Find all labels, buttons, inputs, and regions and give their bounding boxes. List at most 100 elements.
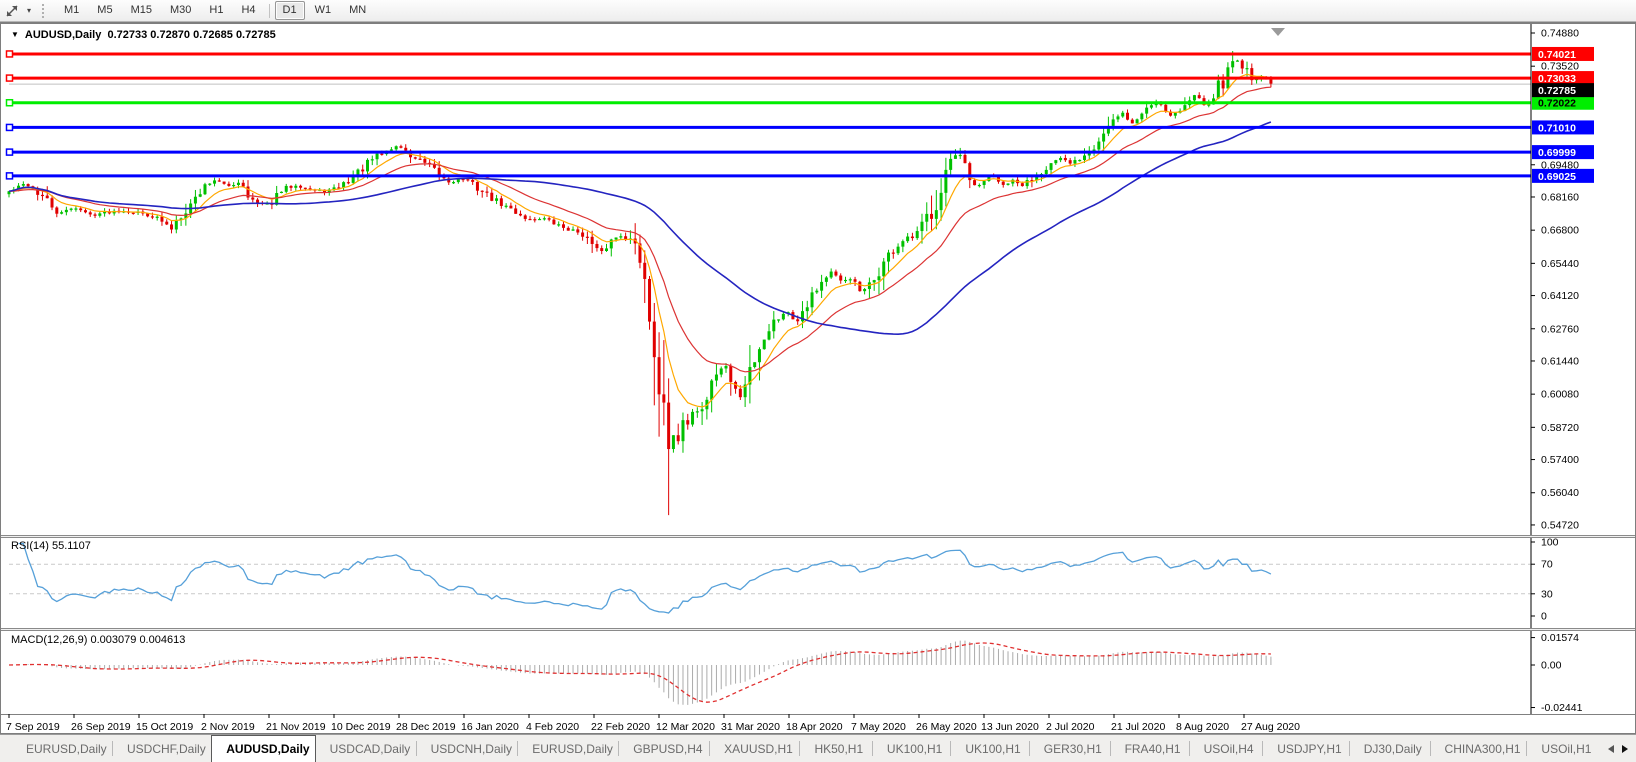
chart-tab-uk100-h1[interactable]: UK100,H1 xyxy=(873,735,950,762)
candle-body xyxy=(1049,163,1053,170)
candle-body xyxy=(518,213,522,216)
chart-shift-marker-icon xyxy=(1271,28,1285,36)
chart-tab-ger30-h1[interactable]: GER30,H1 xyxy=(1030,735,1110,762)
panel-splitter[interactable] xyxy=(1,628,1635,631)
candle-body xyxy=(284,185,288,192)
candle-body xyxy=(652,321,656,358)
macd-panel[interactable]: 0.01574 0.00 -0.02441 xyxy=(1,631,1636,714)
candle-body xyxy=(50,198,54,208)
candle-body xyxy=(805,307,809,312)
candle-body xyxy=(561,224,565,228)
macd-axis-tick-label: -0.02441 xyxy=(1541,702,1583,714)
candle-body xyxy=(963,154,967,164)
date-axis-label: 31 Mar 2020 xyxy=(721,721,780,733)
candle-body xyxy=(375,153,379,160)
level-price-label: 0.74021 xyxy=(1538,49,1576,61)
level-drag-handle[interactable] xyxy=(5,123,14,132)
macd-axis-tick-label: 0.00 xyxy=(1541,660,1562,672)
chart-tab-eurusd-daily[interactable]: EURUSD,Daily xyxy=(518,735,618,762)
candle-body xyxy=(1126,112,1130,120)
timeframe-button-m5[interactable]: M5 xyxy=(89,1,120,20)
mt4-window: ▾ M1 M5 M15 M30 H1 H4 D1 W1 MN 0.74880 0.73520 0.6… xyxy=(0,0,1636,762)
toolbar-grip[interactable] xyxy=(42,3,47,18)
chart-tab-usdjpy-h1[interactable]: USDJPY,H1 xyxy=(1263,735,1349,762)
price-axis-tick-label: 0.74880 xyxy=(1541,28,1579,40)
price-axis-tick-label: 0.57400 xyxy=(1541,454,1579,466)
price-chart[interactable]: 0.748800.735200.694800.681600.668000.654… xyxy=(1,24,1636,535)
candle-body xyxy=(236,182,240,185)
date-axis-label: 22 Feb 2020 xyxy=(591,721,650,733)
candle-body xyxy=(643,262,647,279)
timeframe-button-h1[interactable]: H1 xyxy=(201,1,231,20)
chart-tab-dj30-daily[interactable]: DJ30,Daily xyxy=(1350,735,1430,762)
date-axis: 7 Sep 2019 26 Sep 2019 15 Oct 2019 2 Nov 20… xyxy=(1,714,1635,733)
date-axis-label: 21 Nov 2019 xyxy=(266,721,326,733)
date-axis-label: 8 Aug 2020 xyxy=(1176,721,1229,733)
chart-tab-fra40-h1[interactable]: FRA40,H1 xyxy=(1111,735,1189,762)
candle-body xyxy=(958,154,962,157)
candle-body xyxy=(906,236,910,242)
price-axis-tick-label: 0.60080 xyxy=(1541,389,1579,401)
candle-body xyxy=(170,224,174,230)
candle-body xyxy=(74,208,78,210)
candle-body xyxy=(853,279,857,282)
price-axis-tick-label: 0.68160 xyxy=(1541,191,1579,203)
candle-body xyxy=(753,362,757,368)
candle-body xyxy=(1231,61,1235,68)
chart-tab-usoil-h4[interactable]: USOil,H4 xyxy=(1190,735,1263,762)
candle-body xyxy=(389,149,393,151)
tab-scroll-right-icon[interactable] xyxy=(1622,744,1629,753)
candle-body xyxy=(815,290,819,293)
candle-body xyxy=(729,366,733,382)
timeframe-button-w1[interactable]: W1 xyxy=(307,1,340,20)
chart-tab-usdcnh-daily[interactable]: USDCNH,Daily xyxy=(417,735,518,762)
timeframe-button-mn[interactable]: MN xyxy=(341,1,374,20)
candle-body xyxy=(1020,183,1024,187)
chart-tab-xauusd-h1[interactable]: XAUUSD,H1 xyxy=(710,735,799,762)
chart-tab-audusd-daily[interactable]: AUDUSD,Daily xyxy=(211,735,316,762)
candle-body xyxy=(528,218,532,221)
candle-body xyxy=(1116,116,1120,120)
level-drag-handle[interactable] xyxy=(5,74,14,82)
candle-body xyxy=(777,319,781,321)
chart-tab-china300-h1[interactable]: CHINA300,H1 xyxy=(1431,735,1527,762)
level-drag-handle[interactable] xyxy=(5,172,14,180)
candle-body xyxy=(695,411,699,413)
timeframe-button-h4[interactable]: H4 xyxy=(233,1,263,20)
chart-tab-usoil-h1[interactable]: USOil,H1 xyxy=(1527,735,1600,762)
candle-body xyxy=(26,184,30,187)
chart-tab-usdchf-daily[interactable]: USDCHF,Daily xyxy=(113,735,211,762)
level-drag-handle[interactable] xyxy=(5,50,14,58)
chevron-down-icon[interactable]: ▾ xyxy=(22,6,36,15)
crosshair-icon[interactable] xyxy=(2,2,22,20)
chart-tab-uk100-h1[interactable]: UK100,H1 xyxy=(951,735,1028,762)
price-axis-tick-label: 0.73520 xyxy=(1541,61,1579,73)
tab-scroll-left-icon[interactable] xyxy=(1608,744,1615,753)
level-drag-handle[interactable] xyxy=(5,148,14,156)
candle-body xyxy=(619,236,623,238)
candle-body xyxy=(155,216,159,218)
chart-tab-gbpusd-h4[interactable]: GBPUSD,H4 xyxy=(619,735,709,762)
chart-tab-hk50-h1[interactable]: HK50,H1 xyxy=(800,735,871,762)
level-price-label: 0.72022 xyxy=(1538,98,1576,110)
candle-body xyxy=(820,281,824,291)
chart-tab-usdcad-daily[interactable]: USDCAD,Daily xyxy=(316,735,416,762)
candle-body xyxy=(299,185,303,188)
candle-body xyxy=(552,219,556,225)
rsi-panel[interactable]: 100 70 30 0 xyxy=(1,538,1636,628)
candle-body xyxy=(480,190,484,192)
level-price-label: 0.71010 xyxy=(1538,122,1576,134)
timeframe-button-m30[interactable]: M30 xyxy=(162,1,199,20)
candle-body xyxy=(45,195,49,199)
candle-body xyxy=(810,292,814,308)
candle-body xyxy=(88,212,92,215)
chart-tab-eurusd-daily[interactable]: EURUSD,Daily xyxy=(12,735,112,762)
timeframe-button-m1[interactable]: M1 xyxy=(56,1,87,20)
candle-body xyxy=(1135,119,1139,124)
timeframe-button-d1[interactable]: D1 xyxy=(274,1,305,20)
panel-splitter[interactable] xyxy=(1,535,1635,538)
level-drag-handle[interactable] xyxy=(5,98,14,107)
timeframe-button-m15[interactable]: M15 xyxy=(123,1,160,20)
candle-body xyxy=(1192,95,1196,101)
triangle-down-icon[interactable]: ▼ xyxy=(11,30,19,39)
